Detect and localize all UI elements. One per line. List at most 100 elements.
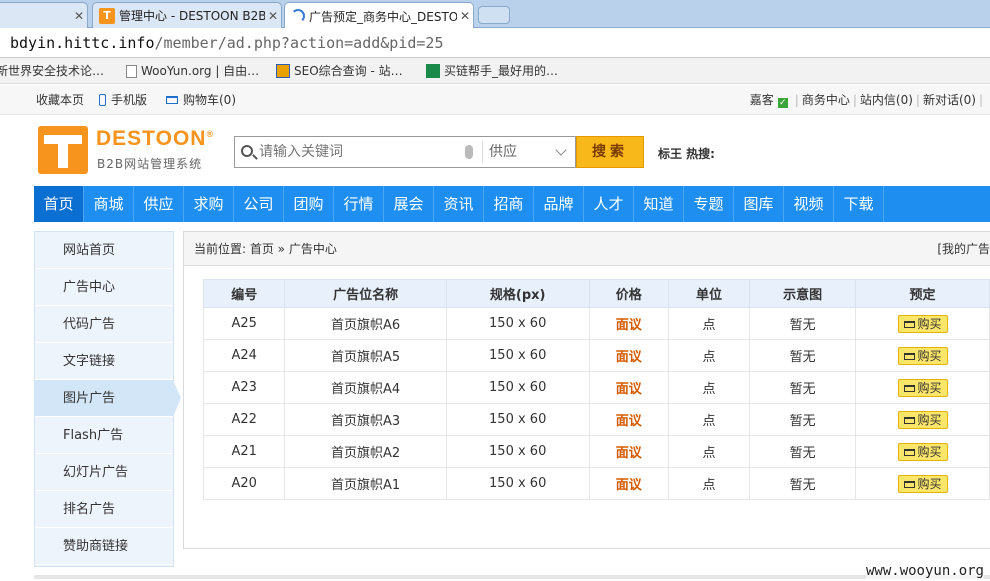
col-unit: 单位 <box>667 279 751 308</box>
inbox-link[interactable]: 站内信(0) <box>860 93 913 107</box>
bookmark-item[interactable]: SEO综合查询 - 站… <box>276 58 403 84</box>
sidebar-item[interactable]: Flash广告 <box>35 417 173 454</box>
sidebar-item[interactable]: 代码广告 <box>35 306 173 343</box>
close-icon[interactable]: ✕ <box>457 9 473 23</box>
search-icon <box>241 145 253 157</box>
cell-order: 购买 <box>855 403 990 436</box>
sidebar-item[interactable]: 网站首页 <box>35 232 173 269</box>
nav-item[interactable]: 品牌 <box>534 186 584 222</box>
bookmark-item[interactable]: WooYun.org | 自由… <box>126 58 259 84</box>
nav-item[interactable]: 展会 <box>384 186 434 222</box>
cart-icon <box>903 352 915 360</box>
cart-icon <box>903 384 915 392</box>
cell-preview: 暂无 <box>749 467 857 500</box>
browser-tab-1[interactable]: ✕ <box>0 2 88 28</box>
favorite-label: 收藏本页 <box>36 93 85 107</box>
buy-button[interactable]: 购买 <box>897 410 948 429</box>
my-ads-link[interactable]: [我的广告 <box>937 232 990 266</box>
brand-subtitle: B2B网站管理系统 <box>97 157 203 171</box>
price-text: 面议 <box>615 350 642 365</box>
search-input[interactable] <box>259 137 459 167</box>
new-tab-button[interactable] <box>478 6 510 24</box>
nav-item[interactable]: 下载 <box>834 186 884 222</box>
nav-item[interactable]: 供应 <box>134 186 184 222</box>
nav-item[interactable]: 团购 <box>284 186 334 222</box>
chevron-down-icon[interactable] <box>555 144 567 156</box>
nav-item[interactable]: 公司 <box>234 186 284 222</box>
cell-unit: 点 <box>667 371 751 404</box>
sidebar-item[interactable]: 幻灯片广告 <box>35 454 173 491</box>
sidebar-item[interactable]: 广告中心 <box>35 269 173 306</box>
breadcrumb: 当前位置: 首页 » 广告中心 <box>184 232 990 266</box>
cell-order: 购买 <box>855 307 990 340</box>
favorite-link[interactable]: 收藏本页 <box>36 85 84 115</box>
sidebar-item[interactable]: 文字链接 <box>35 343 173 380</box>
search-box: 供应 <box>234 136 576 168</box>
table-row: A21 首页旗帜A2 150 x 60 面议 点暂无 购买 <box>202 435 990 468</box>
nav-item[interactable]: 招商 <box>484 186 534 222</box>
logo-icon[interactable] <box>38 126 88 174</box>
nav-item[interactable]: 行情 <box>334 186 384 222</box>
chat-link[interactable]: 新对话(0) <box>923 93 976 107</box>
biz-center-link[interactable]: 商务中心 <box>802 93 850 107</box>
cell-size: 150 x 60 <box>445 371 590 404</box>
table-row: A20 首页旗帜A1 150 x 60 面议 点暂无 购买 <box>202 467 990 500</box>
cell-name: 首页旗帜A1 <box>284 467 447 500</box>
cell-price: 面议 <box>588 371 669 404</box>
sidebar-item[interactable]: 排名广告 <box>35 491 173 528</box>
buy-button[interactable]: 购买 <box>897 378 948 397</box>
buy-label: 购买 <box>917 412 942 427</box>
nav-item[interactable]: 求购 <box>184 186 234 222</box>
browser-tab-2[interactable]: T 管理中心 - DESTOON B2B网 ✕ <box>92 2 282 28</box>
mobile-icon <box>99 94 106 106</box>
nav-item[interactable]: 知道 <box>634 186 684 222</box>
nav-item[interactable]: 专题 <box>684 186 734 222</box>
brand-name[interactable]: DESTOON® <box>96 127 214 151</box>
cell-order: 购买 <box>855 467 990 500</box>
search-type-select[interactable]: 供应 <box>489 137 517 167</box>
microphone-icon[interactable] <box>465 145 473 159</box>
cell-id: A23 <box>202 371 286 404</box>
bookmarks-bar: 新世界安全技术论… WooYun.org | 自由… SEO综合查询 - 站… … <box>0 58 990 84</box>
cell-id: A22 <box>202 403 286 436</box>
nav-item[interactable]: 图库 <box>734 186 784 222</box>
cell-id: A20 <box>202 467 286 500</box>
cell-unit: 点 <box>667 403 751 436</box>
search-button[interactable]: 搜索 <box>576 136 644 168</box>
url-path: /member/ad.php?action=add&pid=25 <box>154 34 444 52</box>
col-order: 预定 <box>855 279 990 308</box>
buy-button[interactable]: 购买 <box>897 442 948 461</box>
buy-button[interactable]: 购买 <box>897 314 948 333</box>
registered-mark: ® <box>206 129 215 139</box>
bookmark-item[interactable]: 买链帮手_最好用的… <box>426 58 558 84</box>
cart-link[interactable]: 购物车(0) <box>166 85 236 115</box>
close-icon[interactable]: ✕ <box>265 9 281 23</box>
cell-size: 150 x 60 <box>445 403 590 436</box>
cell-size: 150 x 60 <box>445 339 590 372</box>
user-links: 嘉客 ✓ | 商务中心 | 站内信(0) | 新对话(0) | <box>749 93 983 108</box>
seo-icon <box>276 64 290 78</box>
sidebar-item[interactable]: 图片广告 <box>35 380 181 417</box>
buy-button[interactable]: 购买 <box>897 346 948 365</box>
buy-button[interactable]: 购买 <box>897 474 948 493</box>
nav-item[interactable]: 资讯 <box>434 186 484 222</box>
bookmark-item[interactable]: 新世界安全技术论… <box>0 58 104 84</box>
cart-label: 购物车(0) <box>183 93 236 107</box>
buy-label: 购买 <box>917 380 942 395</box>
cell-name: 首页旗帜A6 <box>284 307 447 340</box>
cell-name: 首页旗帜A2 <box>284 435 447 468</box>
nav-item[interactable]: 视频 <box>784 186 834 222</box>
cart-icon <box>903 320 915 328</box>
bookmark-label: SEO综合查询 - 站… <box>294 64 403 78</box>
nav-item[interactable]: 首页 <box>34 186 84 222</box>
cell-size: 150 x 60 <box>445 307 590 340</box>
buy-label: 购买 <box>917 348 942 363</box>
mobile-link[interactable]: 手机版 <box>99 85 147 115</box>
sidebar-item[interactable]: 赞助商链接 <box>35 528 173 565</box>
cell-price: 面议 <box>588 467 669 500</box>
close-icon[interactable]: ✕ <box>71 9 87 23</box>
address-bar[interactable]: bdyin.hittc.info/member/ad.php?action=ad… <box>0 28 990 58</box>
browser-tab-3[interactable]: 广告预定_商务中心_DESTOON ✕ <box>284 2 474 29</box>
nav-item[interactable]: 商城 <box>84 186 134 222</box>
nav-item[interactable]: 人才 <box>584 186 634 222</box>
